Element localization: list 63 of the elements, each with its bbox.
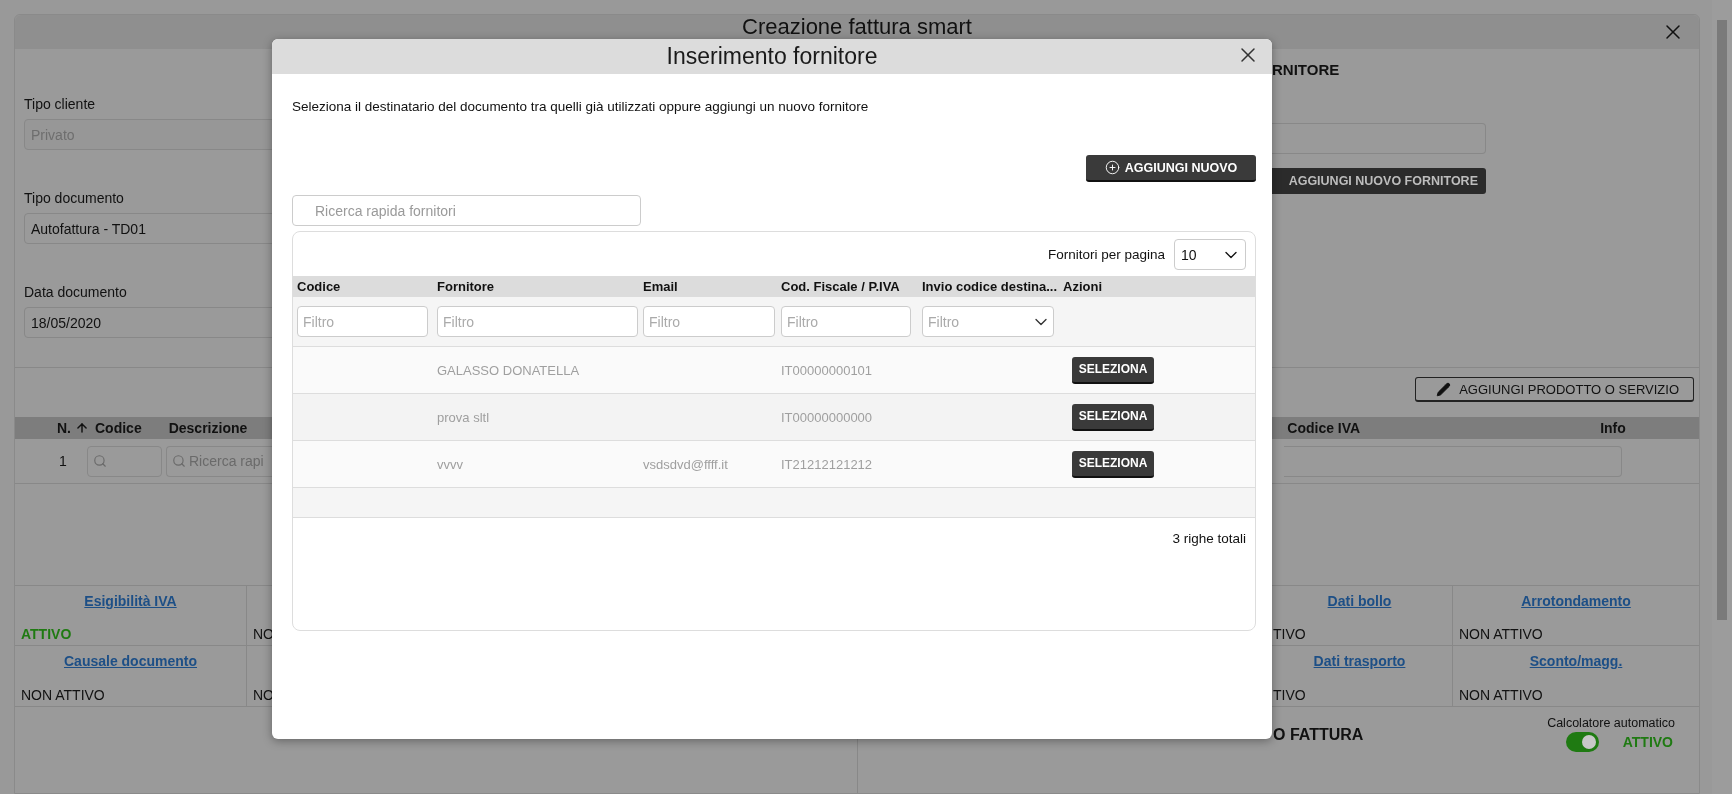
option-link[interactable]: Arrotondamento xyxy=(1521,593,1631,609)
filter-dropdown[interactable]: Filtro xyxy=(922,306,1054,337)
add-product-button[interactable]: AGGIUNGI PRODOTTO O SERVIZIO xyxy=(1415,377,1694,402)
column-header: Azioni xyxy=(1063,279,1103,294)
status-text: NON ATTIVO xyxy=(1459,626,1544,642)
add-supplier-button[interactable]: AGGIUNGI NUOVO FORNITORE xyxy=(1272,168,1486,194)
field-label: Data documento xyxy=(24,284,128,300)
option-link[interactable]: Esigibilità IVA xyxy=(84,593,177,609)
section-heading: O FATTURA xyxy=(1273,726,1364,744)
filter-field[interactable]: Filtro xyxy=(297,306,428,337)
column-header: Invio codice destina... xyxy=(922,279,1059,294)
status-text: ATTIVO xyxy=(21,626,73,642)
column-header[interactable]: N. xyxy=(57,420,71,436)
column-header[interactable]: Info xyxy=(1600,420,1626,436)
page-size-label: Fornitori per pagina xyxy=(1047,247,1165,262)
table-cell: IT21212121212 xyxy=(781,457,873,472)
dialog-title: Inserimento fornitore xyxy=(666,43,878,70)
select-button[interactable]: SELEZIONA xyxy=(1072,450,1154,478)
input-field[interactable] xyxy=(1272,123,1486,154)
toggle-switch[interactable] xyxy=(1565,732,1599,752)
column-header[interactable]: Codice xyxy=(95,420,142,436)
section-heading: RNITORE xyxy=(1272,61,1341,79)
select-button[interactable]: SELEZIONA xyxy=(1072,356,1154,384)
intro-text: Seleziona il destinatario del documento tra quelli già utilizzati oppure aggiungi un nuovo fornitore xyxy=(292,99,870,115)
status-text: TIVO xyxy=(1273,626,1307,642)
option-link[interactable]: Sconto/magg. xyxy=(1529,653,1623,669)
add-new-button[interactable]: AGGIUNGI NUOVO xyxy=(1086,155,1256,182)
filter-field[interactable]: Filtro xyxy=(781,306,911,337)
row-number: 1 xyxy=(59,453,68,469)
option-link[interactable]: Dati bollo xyxy=(1327,593,1392,609)
pencil-icon xyxy=(1436,381,1452,397)
table-cell: IT00000000000 xyxy=(781,410,873,425)
plus-circle-icon xyxy=(1104,160,1120,175)
search-icon xyxy=(172,454,186,468)
search-field[interactable] xyxy=(87,445,162,477)
column-header[interactable]: Codice IVA xyxy=(1287,420,1361,436)
table-cell: vsdsdvd@ffff.it xyxy=(643,457,728,472)
select-button[interactable]: SELEZIONA xyxy=(1072,403,1154,431)
page-title: Creazione fattura smart xyxy=(742,15,972,39)
column-header: Email xyxy=(643,279,679,294)
calculator-label: Calcolatore automatico xyxy=(1547,716,1675,730)
filter-field[interactable]: Filtro xyxy=(437,306,638,337)
status-text: ATTIVO xyxy=(1622,734,1673,750)
search-icon xyxy=(93,454,107,468)
table-cell: IT00000000101 xyxy=(781,363,873,378)
row-total: 3 righe totali xyxy=(1172,530,1247,546)
field-label: Tipo documento xyxy=(24,190,125,206)
column-header: Codice xyxy=(297,279,342,294)
field-label: Tipo cliente xyxy=(24,96,97,112)
status-text: TIVO xyxy=(1273,687,1307,703)
table-cell: vvvv xyxy=(437,457,463,472)
option-link[interactable]: Dati trasporto xyxy=(1313,653,1406,669)
status-text: NON ATTIVO xyxy=(21,687,106,703)
option-link[interactable]: Causale documento xyxy=(64,653,197,669)
column-header: Cod. Fiscale / P.IVA xyxy=(781,279,901,294)
column-header: Fornitore xyxy=(437,279,496,294)
table-cell: GALASSO DONATELLA xyxy=(437,363,580,378)
search-field[interactable]: Ricerca rapida fornitori xyxy=(292,195,641,226)
page-size-select[interactable]: 10 xyxy=(1174,239,1246,270)
column-header[interactable]: Descrizione xyxy=(168,420,248,436)
table-cell: prova sltl xyxy=(437,410,490,425)
filter-field[interactable]: Filtro xyxy=(643,306,775,337)
status-text: NON ATTIVO xyxy=(1459,687,1544,703)
